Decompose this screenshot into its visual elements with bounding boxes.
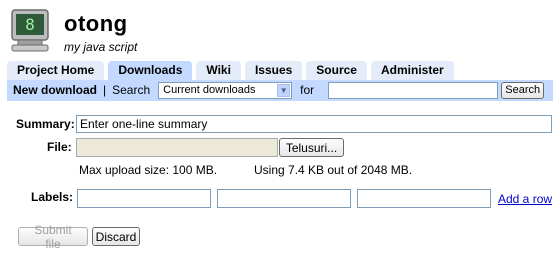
tab-issues[interactable]: Issues xyxy=(244,61,303,80)
download-scope-select[interactable]: Current downloads ▼ xyxy=(158,81,293,99)
search-button[interactable]: Search xyxy=(501,81,545,99)
project-summary: my java script xyxy=(64,40,138,54)
file-label: File: xyxy=(47,140,72,154)
browse-file-button[interactable]: Telusuri... xyxy=(279,138,344,157)
tab-wiki[interactable]: Wiki xyxy=(196,61,241,80)
downloads-subbar: New download | Search Current downloads … xyxy=(7,80,553,101)
labels-label: Labels: xyxy=(31,190,74,204)
new-download-link[interactable]: New download xyxy=(13,83,97,97)
chevron-down-icon[interactable]: ▼ xyxy=(277,83,291,97)
subbar-separator: | xyxy=(103,83,107,97)
search-input[interactable] xyxy=(328,81,499,99)
tab-source[interactable]: Source xyxy=(306,61,367,80)
tab-administer[interactable]: Administer xyxy=(370,61,454,80)
label-input-3[interactable] xyxy=(357,189,491,208)
discard-button[interactable]: Discard xyxy=(92,227,140,246)
label-input-2[interactable] xyxy=(217,189,351,208)
tab-project-home[interactable]: Project Home xyxy=(7,61,105,80)
svg-text:8: 8 xyxy=(25,15,35,34)
add-row-link[interactable]: Add a row xyxy=(498,192,552,206)
label-input-1[interactable] xyxy=(77,189,211,208)
summary-input[interactable]: Enter one-line summary xyxy=(76,115,552,133)
tab-downloads[interactable]: Downloads xyxy=(108,61,193,80)
project-logo-icon: 8 xyxy=(8,8,54,54)
max-upload-note: Max upload size: 100 MB. xyxy=(79,163,218,177)
file-path-field[interactable] xyxy=(76,138,278,157)
main-tabs: Project Home Downloads Wiki Issues Sourc… xyxy=(7,61,454,80)
download-scope-value: Current downloads xyxy=(163,84,256,96)
storage-usage-note: Using 7.4 KB out of 2048 MB. xyxy=(254,163,413,177)
project-name: otong xyxy=(64,11,128,36)
search-label: Search xyxy=(112,83,151,97)
for-label: for xyxy=(300,83,315,97)
summary-label: Summary: xyxy=(16,117,75,131)
submit-file-button[interactable]: Submit file xyxy=(18,223,88,251)
